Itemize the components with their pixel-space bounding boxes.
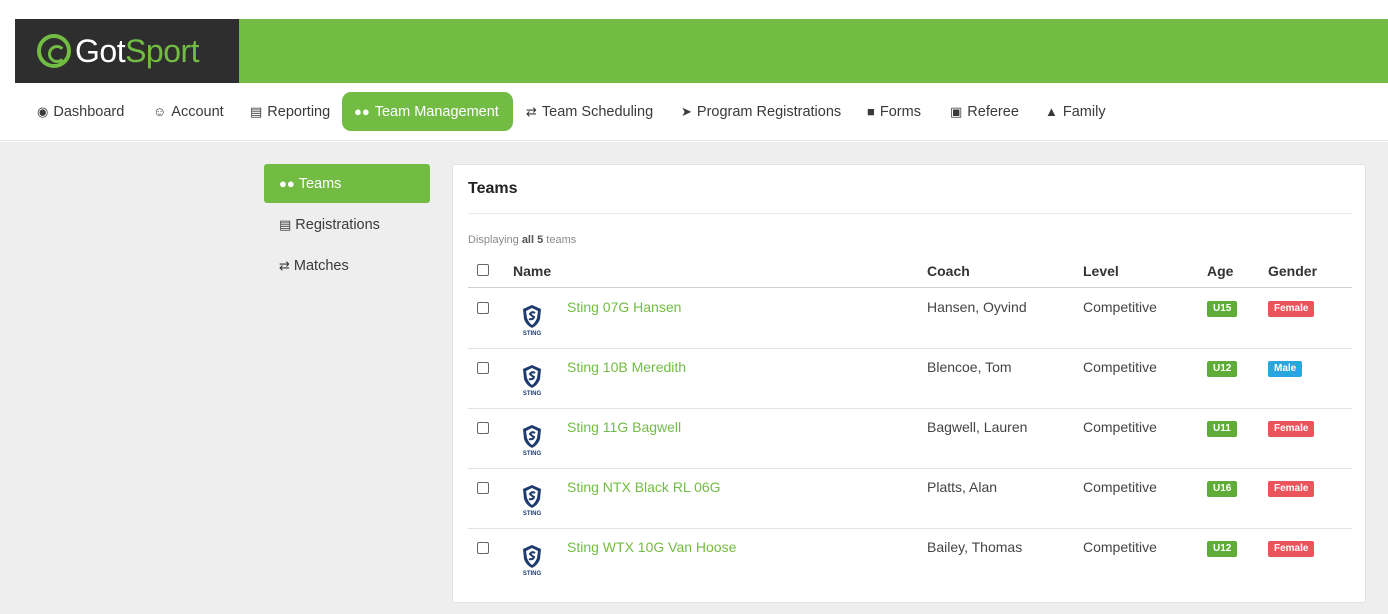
- table-row: STING Sting NTX Black RL 06G Platts, Ala…: [468, 469, 1352, 529]
- nav-program-registrations[interactable]: ➤ Program Registrations: [681, 92, 841, 131]
- team-coach: Hansen, Oyvind: [927, 299, 1027, 315]
- team-level: Competitive: [1083, 479, 1157, 495]
- gender-badge: Male: [1268, 361, 1303, 377]
- sting-crest-icon: STING: [523, 365, 542, 397]
- team-name-link[interactable]: Sting 10B Meredith: [567, 359, 686, 375]
- sidebar-item-matches[interactable]: ⇄ Matches: [264, 246, 430, 285]
- team-level: Competitive: [1083, 419, 1157, 435]
- report-icon: ▤: [250, 103, 263, 119]
- divider: [468, 213, 1352, 214]
- nav-team-scheduling[interactable]: ⇄ Team Scheduling: [526, 92, 653, 131]
- users-icon: ●●: [279, 176, 295, 191]
- teams-panel: Teams Displaying all 5 teams Name Coach …: [452, 164, 1366, 603]
- list-icon: ▤: [279, 216, 292, 232]
- svg-text:STING: STING: [523, 331, 542, 337]
- age-badge: U12: [1207, 361, 1238, 377]
- column-header-age[interactable]: Age: [1207, 263, 1233, 279]
- svg-text:STING: STING: [523, 451, 542, 457]
- nav-family[interactable]: ▲ Family: [1045, 92, 1106, 131]
- users-icon: ●●: [354, 104, 370, 119]
- table-header: Name Coach Level Age Gender: [468, 260, 1352, 288]
- age-badge: U11: [1207, 421, 1237, 437]
- column-header-name[interactable]: Name: [513, 263, 551, 279]
- gender-badge: Female: [1268, 481, 1315, 497]
- age-badge: U12: [1207, 541, 1238, 557]
- team-coach: Bailey, Thomas: [927, 539, 1023, 555]
- sidebar-item-registrations[interactable]: ▤ Registrations: [264, 205, 430, 244]
- main-nav: ◉ Dashboard ☺ Account ▤ Reporting ●● Team Ma…: [0, 83, 1388, 141]
- team-name-link[interactable]: Sting NTX Black RL 06G: [567, 479, 721, 495]
- team-level: Competitive: [1083, 299, 1157, 315]
- file-icon: ■: [867, 104, 875, 119]
- nav-dashboard[interactable]: ◉ Dashboard: [37, 92, 124, 131]
- exchange-icon: ⇄: [526, 103, 537, 119]
- nav-reporting[interactable]: ▤ Reporting: [250, 92, 330, 131]
- row-checkbox[interactable]: [477, 362, 489, 374]
- sitemap-icon: ▲: [1045, 104, 1058, 119]
- sting-crest-icon: STING: [523, 305, 542, 337]
- gotsport-logo-icon: [37, 34, 71, 68]
- team-coach: Blencoe, Tom: [927, 359, 1012, 375]
- table-row: STING Sting 07G Hansen Hansen, Oyvind Co…: [468, 289, 1352, 349]
- gender-badge: Female: [1268, 301, 1315, 317]
- team-coach: Platts, Alan: [927, 479, 998, 495]
- table-row: STING Sting 10B Meredith Blencoe, Tom Co…: [468, 349, 1352, 409]
- team-name-link[interactable]: Sting 11G Bagwell: [567, 419, 681, 435]
- top-banner: GotSport: [15, 19, 1388, 83]
- paper-plane-icon: ➤: [681, 103, 692, 119]
- team-level: Competitive: [1083, 359, 1157, 375]
- calendar-icon: ▣: [950, 103, 963, 119]
- result-count: Displaying all 5 teams: [468, 234, 577, 246]
- content-area: ●● Teams ▤ Registrations ⇄ Matches Teams Di…: [0, 142, 1388, 614]
- row-checkbox[interactable]: [477, 422, 489, 434]
- logo-wordmark: GotSport: [75, 32, 200, 69]
- svg-text:STING: STING: [523, 511, 542, 517]
- age-badge: U16: [1207, 481, 1238, 497]
- row-checkbox[interactable]: [477, 542, 489, 554]
- nav-account[interactable]: ☺ Account: [153, 92, 224, 131]
- sting-crest-icon: STING: [523, 485, 542, 517]
- team-name-link[interactable]: Sting WTX 10G Van Hoose: [567, 539, 736, 555]
- nav-team-management[interactable]: ●● Team Management: [342, 92, 513, 131]
- table-row: STING Sting WTX 10G Van Hoose Bailey, Th…: [468, 529, 1352, 589]
- select-all-checkbox[interactable]: [477, 264, 489, 276]
- nav-referee[interactable]: ▣ Referee: [950, 92, 1019, 131]
- age-badge: U15: [1207, 301, 1238, 317]
- gender-badge: Female: [1268, 541, 1315, 557]
- svg-text:STING: STING: [523, 571, 542, 577]
- team-management-sidebar: ●● Teams ▤ Registrations ⇄ Matches: [264, 164, 430, 287]
- team-level: Competitive: [1083, 539, 1157, 555]
- column-header-coach[interactable]: Coach: [927, 263, 970, 279]
- column-header-gender[interactable]: Gender: [1268, 263, 1317, 279]
- dashboard-icon: ◉: [37, 103, 49, 119]
- row-checkbox[interactable]: [477, 482, 489, 494]
- gender-badge: Female: [1268, 421, 1315, 437]
- team-name-link[interactable]: Sting 07G Hansen: [567, 299, 681, 315]
- panel-title: Teams: [468, 180, 518, 197]
- sting-crest-icon: STING: [523, 545, 542, 577]
- nav-forms[interactable]: ■ Forms: [867, 92, 921, 131]
- team-coach: Bagwell, Lauren: [927, 419, 1028, 435]
- svg-text:STING: STING: [523, 391, 542, 397]
- table-row: STING Sting 11G Bagwell Bagwell, Lauren …: [468, 409, 1352, 469]
- row-checkbox[interactable]: [477, 302, 489, 314]
- user-circle-icon: ☺: [153, 104, 167, 119]
- sting-crest-icon: STING: [523, 425, 542, 457]
- exchange-icon: ⇄: [279, 257, 290, 273]
- column-header-level[interactable]: Level: [1083, 263, 1119, 279]
- gotsport-logo[interactable]: GotSport: [15, 19, 239, 83]
- sidebar-item-teams[interactable]: ●● Teams: [264, 164, 430, 203]
